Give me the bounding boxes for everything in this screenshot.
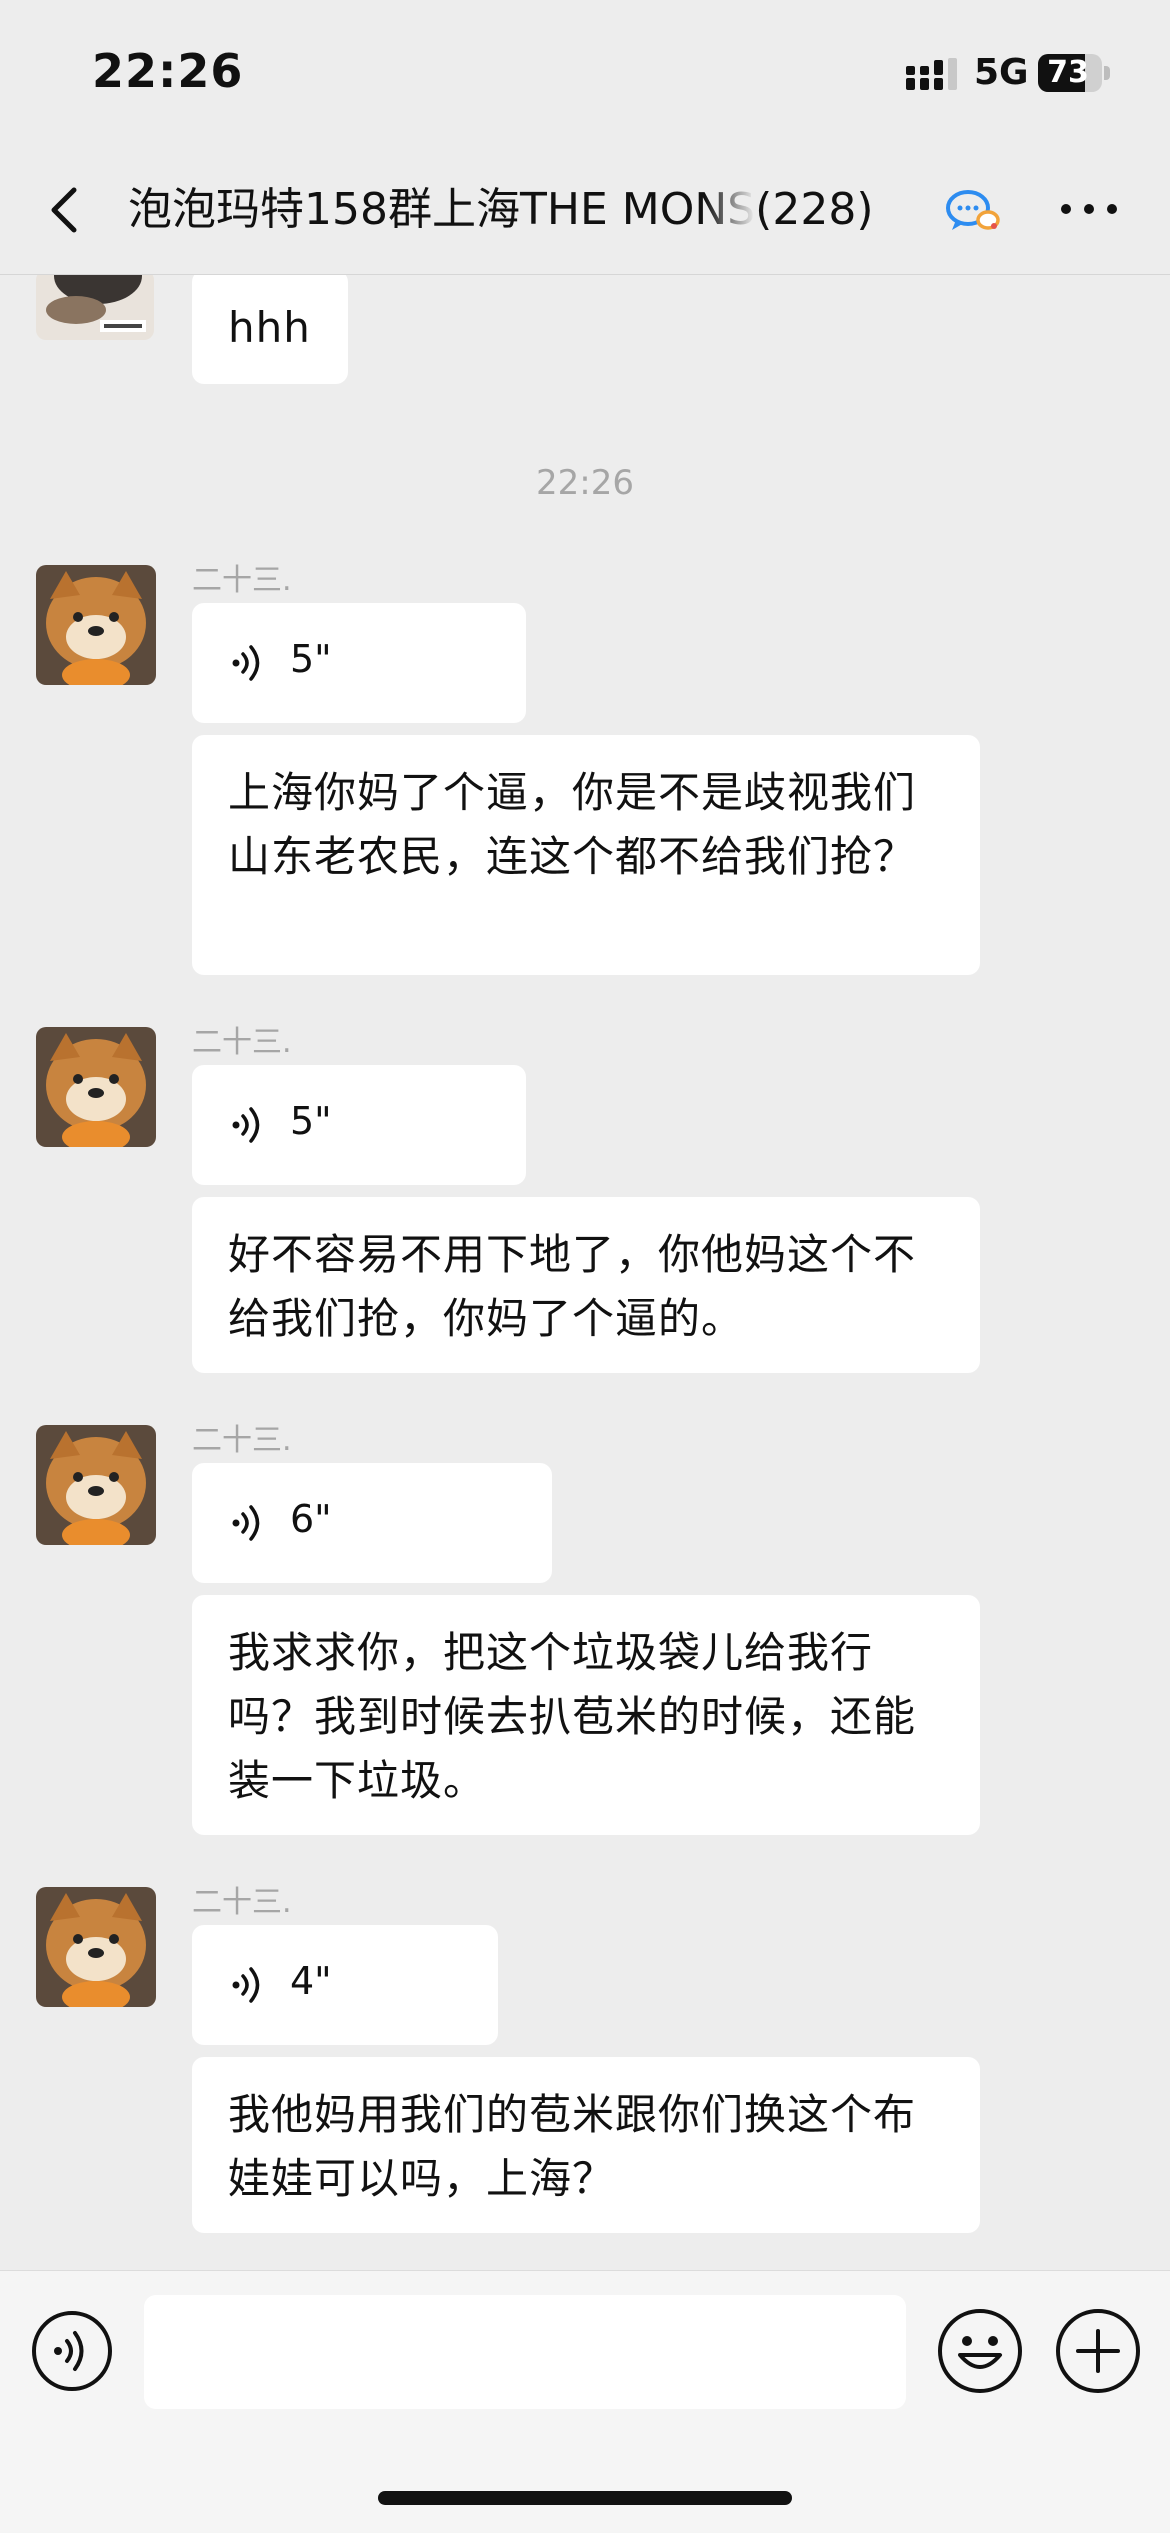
message-text: 我求求你，把这个垃圾袋儿给我行吗？我到时候去扒苞米的时候，还能装一下垃圾。	[228, 1628, 917, 1805]
voice-duration: 5"	[290, 1099, 332, 1143]
voice-wave-icon	[232, 1505, 260, 1541]
message-input[interactable]	[144, 2295, 906, 2409]
message-text: 好不容易不用下地了，你他妈这个不给我们抢，你妈了个逼的。	[228, 1230, 917, 1343]
chat-title[interactable]: 泡泡玛特158群上海THE MONS(228)	[128, 180, 940, 240]
voice-message[interactable]: 5"	[192, 1065, 526, 1185]
chat-header: 泡泡玛特158群上海THE MONS(228)	[0, 150, 1170, 275]
battery-indicator: 73	[1038, 54, 1110, 92]
voice-duration: 6"	[290, 1497, 332, 1541]
time-separator: 22:26	[536, 463, 634, 503]
input-bar	[0, 2270, 1170, 2533]
voice-wave-icon	[232, 645, 260, 681]
status-time: 22:26	[92, 44, 244, 98]
message-text: hhh	[228, 303, 311, 352]
group-name: 泡泡玛特158群上海THE MONS	[128, 184, 756, 235]
sender-avatar[interactable]	[36, 1887, 156, 2007]
voice-message[interactable]: 5"	[192, 603, 526, 723]
cellular-signal-icon	[906, 58, 957, 90]
message-list[interactable]: hhh 22:26 二十三. 5" 上海你妈了个逼，你是不是歧视我们山东老农民，…	[0, 275, 1170, 2270]
voice-duration: 5"	[290, 637, 332, 681]
battery-level: 73	[1047, 55, 1089, 90]
emoji-icon[interactable]	[936, 2307, 1024, 2395]
message-bubble[interactable]: hhh	[192, 275, 348, 384]
message-text: 上海你妈了个逼，你是不是歧视我们山东老农民，连这个都不给我们抢？	[228, 768, 917, 881]
voice-wave-icon	[232, 1107, 260, 1143]
more-icon[interactable]	[1054, 194, 1124, 224]
plus-icon[interactable]	[1054, 2307, 1142, 2395]
voice-duration: 4"	[290, 1959, 332, 2003]
voice-wave-icon	[232, 1967, 260, 2003]
sender-avatar[interactable]	[36, 1425, 156, 1545]
voice-message[interactable]: 4"	[192, 1925, 498, 2045]
message-text: 我他妈用我们的苞米跟你们换这个布娃娃可以吗，上海？	[228, 2090, 917, 2203]
back-button[interactable]	[36, 180, 96, 240]
sender-name: 二十三.	[192, 1885, 292, 1920]
member-count: (228)	[755, 184, 874, 235]
sender-name: 二十三.	[192, 1025, 292, 1060]
message-bubble[interactable]: 上海你妈了个逼，你是不是歧视我们山东老农民，连这个都不给我们抢？	[192, 735, 980, 975]
chat-bubbles-icon[interactable]	[944, 186, 1002, 236]
home-indicator	[378, 2491, 792, 2505]
sender-avatar[interactable]	[36, 565, 156, 685]
network-type: 5G	[974, 52, 1029, 93]
status-bar: 22:26 5G 73	[0, 0, 1170, 150]
message-bubble[interactable]: 我求求你，把这个垃圾袋儿给我行吗？我到时候去扒苞米的时候，还能装一下垃圾。	[192, 1595, 980, 1835]
sender-name: 二十三.	[192, 563, 292, 598]
message-bubble[interactable]: 我他妈用我们的苞米跟你们换这个布娃娃可以吗，上海？	[192, 2057, 980, 2233]
sender-avatar[interactable]	[36, 1027, 156, 1147]
sender-avatar[interactable]	[36, 275, 154, 340]
voice-input-icon[interactable]	[30, 2309, 114, 2393]
sender-name: 二十三.	[192, 1423, 292, 1458]
voice-message[interactable]: 6"	[192, 1463, 552, 1583]
message-bubble[interactable]: 好不容易不用下地了，你他妈这个不给我们抢，你妈了个逼的。	[192, 1197, 980, 1373]
